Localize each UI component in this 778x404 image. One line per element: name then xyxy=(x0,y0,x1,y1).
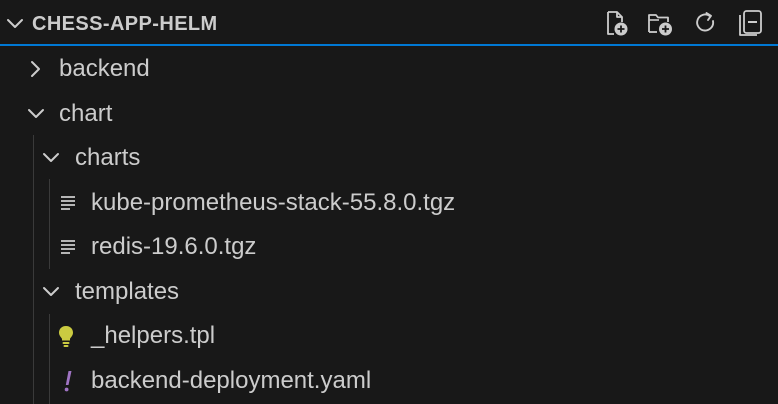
lightbulb-icon xyxy=(59,326,73,347)
tree-item-label: backend xyxy=(59,55,150,82)
new-folder-button[interactable] xyxy=(644,8,676,38)
tree-item-templates[interactable]: templates xyxy=(0,269,778,314)
tree-item-redis[interactable]: redis-19.6.0.tgz xyxy=(0,224,778,269)
new-file-icon xyxy=(607,11,628,36)
refresh-button[interactable] xyxy=(690,8,722,38)
exclamation-icon xyxy=(64,371,72,392)
tree-item-label: _helpers.tpl xyxy=(91,322,216,349)
tree-item-helpers-tpl[interactable]: _helpers.tpl xyxy=(0,313,778,358)
tree-item-kube-prometheus-stack[interactable]: kube-prometheus-stack-55.8.0.tgz xyxy=(0,180,778,225)
chevron-down-icon[interactable] xyxy=(4,12,26,34)
tree-item-label: templates xyxy=(75,278,180,305)
file-tree: backend chart charts kube-prometheus-sta… xyxy=(0,46,778,404)
new-folder-icon xyxy=(648,14,672,36)
tree-item-label: kube-prometheus-stack-55.8.0.tgz xyxy=(91,189,456,216)
tree-item-backend[interactable]: backend xyxy=(0,46,778,91)
tree-item-label: charts xyxy=(75,144,141,171)
lines-file-icon xyxy=(61,196,75,210)
chevron-down-icon xyxy=(28,109,44,118)
explorer-title: CHESS-APP-HELM xyxy=(32,13,218,35)
tree-item-label: backend-deployment.yaml xyxy=(91,367,372,394)
chevron-right-icon xyxy=(31,61,40,77)
collapse-all-icon xyxy=(739,10,762,36)
tree-item-label: redis-19.6.0.tgz xyxy=(91,233,257,260)
explorer-header[interactable]: CHESS-APP-HELM xyxy=(0,0,778,46)
tree-item-chart[interactable]: chart xyxy=(0,91,778,136)
collapse-all-button[interactable] xyxy=(734,8,766,38)
refresh-icon xyxy=(696,12,715,32)
tree-item-charts[interactable]: charts xyxy=(0,135,778,180)
lines-file-icon xyxy=(61,240,75,254)
chevron-down-icon xyxy=(43,287,59,296)
chevron-down-icon xyxy=(43,153,59,162)
tree-item-label: chart xyxy=(59,100,113,127)
tree-item-backend-deployment-yaml[interactable]: backend-deployment.yaml xyxy=(0,358,778,403)
new-file-button[interactable] xyxy=(600,8,632,38)
